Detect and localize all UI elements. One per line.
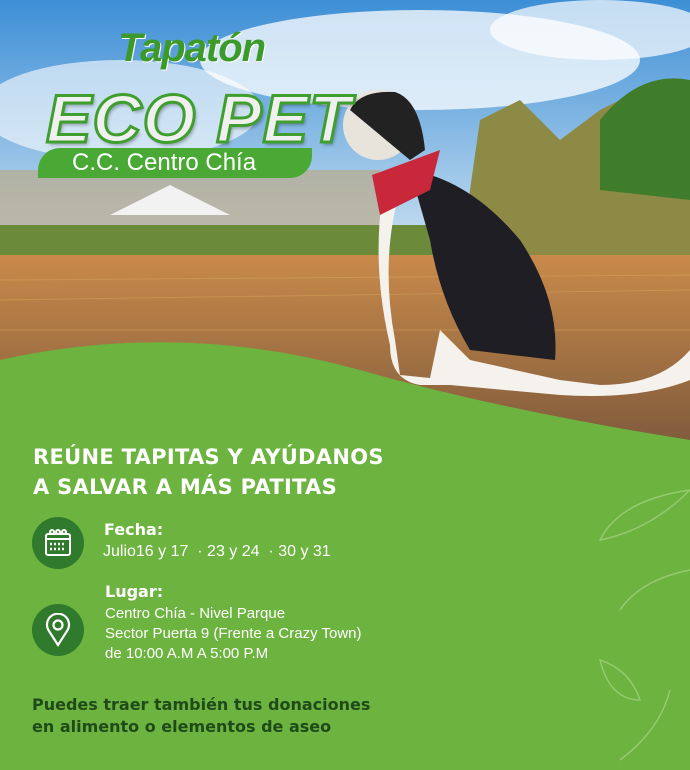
venue-badge: C.C. Centro Chía (38, 148, 312, 178)
place-details: Centro Chía - Nivel Parque Sector Puerta… (105, 604, 362, 664)
headline-line-1: REÚNE TAPITAS Y AYÚDANOS (33, 445, 384, 469)
place-line-2: Sector Puerta 9 (Frente a Crazy Town) (105, 625, 362, 642)
calendar-icon (32, 517, 84, 569)
footer-note: Puedes traer también tus donaciones en a… (32, 694, 370, 738)
dog-photo (0, 0, 690, 450)
poster: Tapatón ECO PET C.C. Centro Chía REÚNE T… (0, 0, 690, 770)
leaf-decoration (598, 489, 690, 761)
place-line-1: Centro Chía - Nivel Parque (105, 605, 286, 622)
headline: REÚNE TAPITAS Y AYÚDANOS A SALVAR A MÁS … (33, 442, 384, 502)
place-line-3: de 10:00 A.M A 5:00 P.M (105, 645, 269, 662)
headline-line-2: A SALVAR A MÁS PATITAS (33, 475, 338, 499)
logo-script: Tapatón (118, 26, 266, 70)
footer-line-2: en alimento o elementos de aseo (32, 717, 332, 736)
location-pin-icon (32, 604, 84, 656)
footer-line-1: Puedes traer también tus donaciones (32, 695, 371, 714)
place-label: Lugar: (105, 582, 164, 601)
date-value: Julio16 y 17 · 23 y 24 · 30 y 31 (103, 543, 331, 560)
date-label: Fecha: (104, 520, 164, 539)
logo-main: ECO PET (45, 80, 352, 159)
